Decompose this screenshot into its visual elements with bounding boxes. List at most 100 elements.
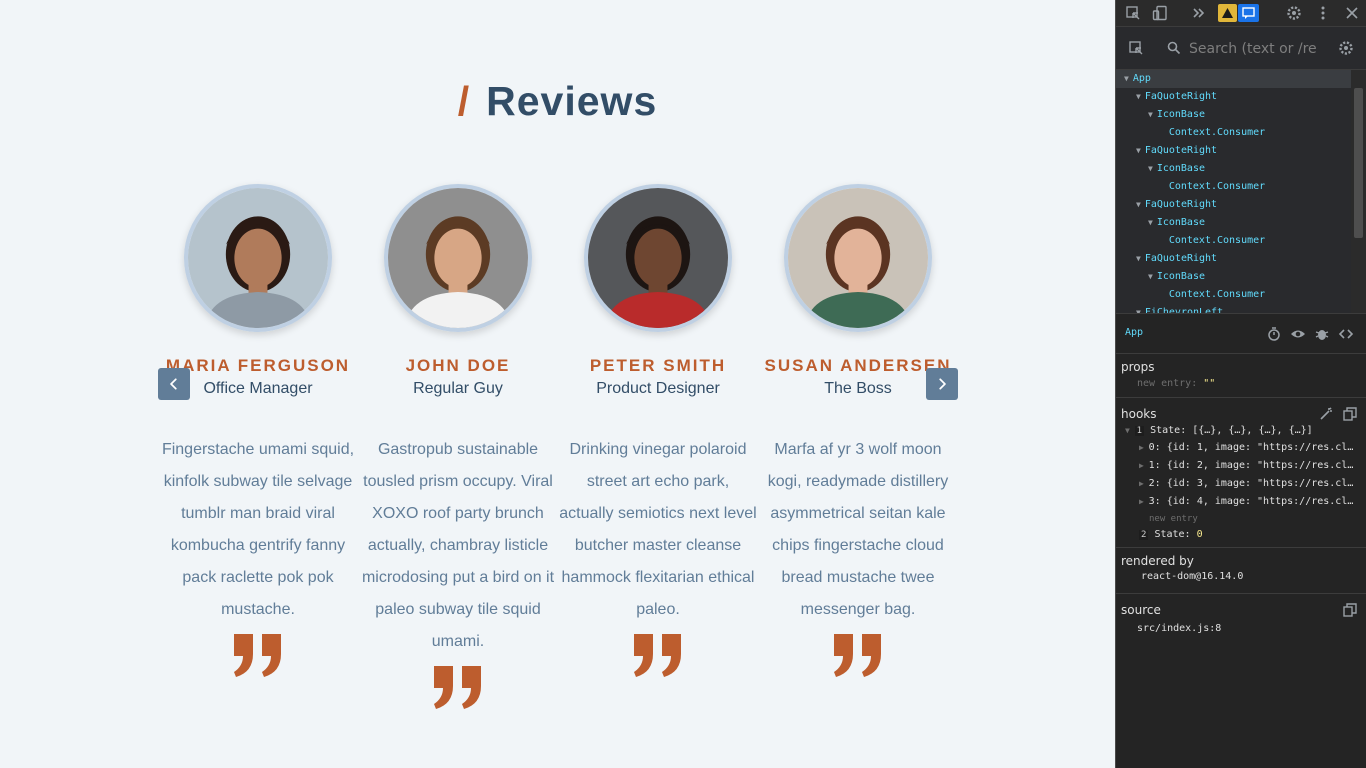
hooks-section: hooks ▼ 1 State: [{…}, {…}, {…}, {…}] ▶ …	[1116, 397, 1366, 547]
expand-triangle-icon[interactable]: ▼	[1148, 164, 1153, 173]
props-new-entry-key: new entry	[1137, 378, 1192, 389]
tree-node-label: App	[1132, 73, 1151, 84]
tree-node[interactable]: ▼ FiChevronLeft	[1116, 304, 1223, 313]
hook-new-entry[interactable]: new entry	[1149, 514, 1198, 524]
component-search-bar: Search (text or /rege	[1116, 27, 1366, 70]
tree-node[interactable]: ▼Context.Consumer	[1116, 124, 1265, 142]
expand-triangle-icon[interactable]: ▼	[1136, 200, 1141, 209]
review-text: Gastropub sustainable tousled prism occu…	[361, 441, 555, 650]
settings-gear-icon[interactable]	[1286, 5, 1302, 21]
search-settings-gear-icon[interactable]	[1338, 40, 1354, 56]
inspect-element-icon[interactable]	[1125, 5, 1141, 21]
stopwatch-icon[interactable]	[1266, 326, 1282, 342]
hooks-title: hooks	[1121, 407, 1157, 421]
close-icon[interactable]	[1344, 5, 1360, 21]
chevron-left-icon	[170, 378, 177, 390]
select-component-icon[interactable]	[1128, 40, 1144, 56]
more-tabs-icon[interactable]	[1190, 5, 1206, 21]
tree-node-label: FaQuoteRight	[1144, 91, 1218, 102]
quote-icon-wrapper	[632, 632, 684, 678]
tree-node-label: Context.Consumer	[1168, 181, 1266, 192]
hook-array-item[interactable]: ▶ 0: {id: 1, image: "https://res.cl…	[1139, 442, 1361, 453]
expand-triangle-icon[interactable]: ▼	[1136, 146, 1141, 155]
review-card: SUSAN ANDERSEN The Boss Marfa af yr 3 wolf…	[758, 184, 958, 678]
tree-node[interactable]: ▼ IconBase	[1116, 106, 1205, 124]
warning-badge[interactable]	[1218, 4, 1237, 22]
tree-node[interactable]: ▼Context.Consumer	[1116, 286, 1265, 304]
quote-icon-wrapper	[832, 632, 884, 678]
tree-scroll-thumb[interactable]	[1354, 88, 1363, 238]
avatar	[184, 184, 332, 332]
expand-triangle-icon[interactable]: ▼	[1124, 74, 1129, 83]
tree-node[interactable]: ▼ IconBase	[1116, 214, 1205, 232]
props-new-entry[interactable]: new entry: ""	[1137, 378, 1215, 389]
review-card: MARIA FERGUSON Office Manager Fingerstache…	[158, 184, 358, 678]
selected-component-name: App	[1125, 327, 1144, 338]
expand-triangle-icon[interactable]: ▼	[1148, 272, 1153, 281]
hook-array-item[interactable]: ▶ 3: {id: 4, image: "https://res.cl…	[1139, 496, 1361, 507]
search-icon	[1166, 40, 1181, 56]
props-new-entry-value: ""	[1203, 378, 1216, 389]
tree-node-label: IconBase	[1156, 217, 1205, 228]
tree-node-label: IconBase	[1156, 163, 1205, 174]
next-button[interactable]	[926, 368, 958, 400]
review-text: Marfa af yr 3 wolf moon kogi, readymade …	[767, 441, 949, 618]
expand-triangle-icon[interactable]: ▼	[1136, 254, 1141, 263]
chevron-right-icon	[939, 378, 946, 390]
tree-node[interactable]: ▼ App	[1116, 70, 1352, 88]
tree-node-label: FaQuoteRight	[1144, 253, 1218, 264]
expand-triangle-icon[interactable]: ▼	[1148, 110, 1153, 119]
quote-right-icon	[634, 634, 681, 677]
title-slash: /	[457, 78, 471, 124]
messages-badge[interactable]	[1238, 4, 1259, 22]
expand-triangle-icon[interactable]: ▼	[1136, 92, 1141, 101]
hook-state-2[interactable]: 2 State: 0	[1139, 529, 1203, 540]
kebab-menu-icon[interactable]	[1315, 5, 1331, 21]
tree-node-label: FaQuoteRight	[1144, 199, 1218, 210]
copy-icon[interactable]	[1342, 406, 1357, 422]
tree-node[interactable]: ▼ FaQuoteRight	[1116, 88, 1217, 106]
review-card: JOHN DOE Regular Guy Gastropub sustainable…	[358, 184, 558, 710]
tree-node-label: IconBase	[1156, 109, 1205, 120]
selected-component-header: App	[1116, 313, 1366, 353]
magic-wand-icon[interactable]	[1318, 406, 1332, 422]
hook-array-item[interactable]: ▶ 1: {id: 2, image: "https://res.cl…	[1139, 460, 1361, 471]
search-input[interactable]: Search (text or /rege	[1189, 41, 1317, 57]
reviewer-name: PETER SMITH	[589, 356, 727, 375]
tree-node-label: Context.Consumer	[1168, 235, 1266, 246]
device-toolbar-icon[interactable]	[1152, 5, 1168, 21]
review-text: Drinking vinegar polaroid street art ech…	[559, 441, 757, 618]
tree-node[interactable]: ▼Context.Consumer	[1116, 178, 1265, 196]
quote-right-icon	[434, 666, 481, 709]
tree-node[interactable]: ▼ IconBase	[1116, 160, 1205, 178]
reviews-page: / Reviews MARIA FERGUSON Office Manager Fin…	[0, 0, 1115, 768]
review-text: Fingerstache umami squid, kinfolk subway…	[161, 441, 355, 618]
tree-scrollbar[interactable]	[1351, 70, 1366, 313]
hook-state-1[interactable]: ▼ 1 State: [{…}, {…}, {…}, {…}]	[1125, 425, 1313, 436]
eye-icon[interactable]	[1290, 326, 1306, 342]
expand-triangle-icon[interactable]: ▼	[1148, 218, 1153, 227]
props-section: props new entry: ""	[1116, 353, 1366, 397]
tree-node[interactable]: ▼Context.Consumer	[1116, 232, 1265, 250]
tree-node[interactable]: ▼ FaQuoteRight	[1116, 250, 1217, 268]
props-title: props	[1121, 360, 1155, 374]
reviewer-name: JOHN DOE	[405, 356, 511, 375]
rendered-by-value[interactable]: react-dom@16.14.0	[1141, 571, 1243, 582]
copy-source-icon[interactable]	[1342, 602, 1357, 618]
tree-node-label: IconBase	[1156, 271, 1205, 282]
tree-node-label: Context.Consumer	[1168, 289, 1266, 300]
quote-right-icon	[234, 634, 281, 677]
hook-array-item[interactable]: ▶ 2: {id: 3, image: "https://res.cl…	[1139, 478, 1361, 489]
bug-icon[interactable]	[1314, 326, 1330, 342]
devtools-toolbar	[1116, 0, 1366, 27]
title-text: Reviews	[486, 78, 658, 124]
tree-node[interactable]: ▼ FaQuoteRight	[1116, 196, 1217, 214]
view-source-icon[interactable]	[1338, 326, 1354, 342]
tree-node[interactable]: ▼ FaQuoteRight	[1116, 142, 1217, 160]
quote-icon-wrapper	[232, 632, 284, 678]
source-value[interactable]: src/index.js:8	[1137, 623, 1221, 634]
tree-node[interactable]: ▼ IconBase	[1116, 268, 1205, 286]
rendered-by-title: rendered by	[1121, 554, 1194, 568]
avatar	[384, 184, 532, 332]
prev-button[interactable]	[158, 368, 190, 400]
